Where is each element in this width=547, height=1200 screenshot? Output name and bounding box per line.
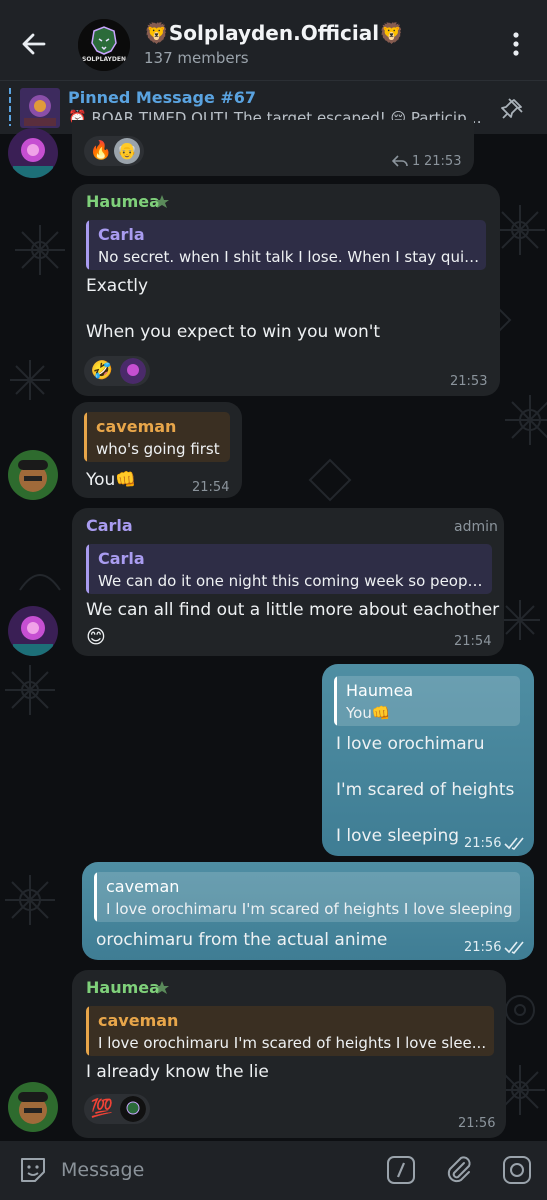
- bot-commands-icon[interactable]: [384, 1153, 418, 1187]
- message-text: 😊: [86, 626, 106, 648]
- message-text: I'm scared of heights: [336, 780, 515, 800]
- message-time: 21:54: [454, 634, 492, 649]
- unpin-icon[interactable]: [500, 95, 526, 121]
- sticker-icon[interactable]: [16, 1153, 50, 1187]
- reply-quote[interactable]: caveman I love orochimaru I'm scared of …: [86, 1006, 494, 1056]
- quote-author: caveman: [106, 877, 180, 896]
- message-time: 21:54: [192, 480, 230, 495]
- quote-text: I love orochimaru I'm scared of heights …: [98, 1034, 487, 1052]
- quote-text: No secret. when I shit talk I lose. When…: [98, 248, 480, 266]
- reply-quote[interactable]: Carla We can do it one night this coming…: [86, 544, 492, 594]
- message-bubble[interactable]: Haumea caveman I love orochimaru I'm sca…: [72, 970, 506, 1138]
- reactor-avatar-icon: [120, 358, 146, 384]
- reaction-emoji: 💯: [90, 1098, 114, 1119]
- reply-quote[interactable]: Haumea You👊: [334, 676, 520, 726]
- attach-icon[interactable]: [442, 1153, 476, 1187]
- double-check-icon: [504, 837, 524, 850]
- message-bubble-outgoing[interactable]: caveman I love orochimaru I'm scared of …: [82, 862, 534, 960]
- camera-icon[interactable]: [500, 1153, 534, 1187]
- avatar-caveman[interactable]: [8, 1082, 58, 1132]
- quote-author: Carla: [98, 549, 145, 568]
- quote-author: caveman: [96, 417, 177, 436]
- star-badge-icon: [155, 195, 169, 208]
- message-bubble[interactable]: Carla admin Carla We can do it one night…: [72, 508, 504, 656]
- logo-text: SOLPLAYDEN: [82, 56, 126, 63]
- reply-quote[interactable]: caveman I love orochimaru I'm scared of …: [94, 872, 520, 922]
- pinned-indicator: [9, 88, 11, 126]
- reaction-emoji: 🔥: [89, 140, 113, 161]
- more-vertical-icon[interactable]: [504, 26, 528, 62]
- message-time: 21:53: [450, 374, 488, 389]
- member-count: 137 members: [144, 49, 249, 67]
- message-time: 21:56: [464, 940, 502, 955]
- message-text: You👊: [86, 470, 137, 490]
- reply-quote[interactable]: Carla No secret. when I shit talk I lose…: [86, 220, 486, 270]
- message-text: I love sleeping: [336, 826, 460, 846]
- admin-badge: admin: [454, 519, 498, 535]
- lion-logo-icon: [78, 19, 130, 71]
- message-text: orochimaru from the actual anime: [96, 930, 388, 950]
- reaction-emoji: 👴: [114, 138, 140, 164]
- reply-count[interactable]: 1: [412, 154, 420, 169]
- chat-header: SOLPLAYDEN 🦁Solplayden.Official🦁 137 mem…: [0, 0, 547, 80]
- message-bubble[interactable]: 🔥 👴 1 21:53: [72, 120, 474, 176]
- message-bubble[interactable]: Haumea Carla No secret. when I shit talk…: [72, 184, 500, 396]
- quote-text: who's going first: [96, 440, 220, 458]
- quote-text: You👊: [346, 704, 391, 722]
- double-check-icon: [504, 941, 524, 954]
- message-text: Exactly: [86, 276, 149, 296]
- message-time: 21:53: [424, 154, 462, 169]
- message-input-bar: Message: [0, 1141, 547, 1200]
- message-bubble-outgoing[interactable]: Haumea You👊 I love orochimaru I'm scared…: [322, 664, 534, 856]
- avatar-carla[interactable]: [8, 606, 58, 656]
- reply-arrow-icon: [392, 155, 408, 167]
- avatar-caveman[interactable]: [8, 450, 58, 500]
- reaction-emoji: 🤣: [90, 360, 114, 381]
- sender-name[interactable]: Carla: [86, 516, 133, 535]
- message-time: 21:56: [464, 836, 502, 851]
- star-badge-icon: [155, 981, 169, 994]
- message-text: I already know the lie: [86, 1062, 269, 1082]
- sender-name[interactable]: Haumea: [86, 192, 160, 211]
- reactor-avatar-icon: [120, 1096, 146, 1122]
- quote-text: I love orochimaru I'm scared of heights …: [106, 900, 513, 918]
- reaction-pill[interactable]: 💯: [84, 1094, 150, 1124]
- message-input[interactable]: Message: [61, 1159, 144, 1181]
- group-avatar[interactable]: SOLPLAYDEN: [78, 19, 130, 71]
- avatar-carla[interactable]: [8, 128, 58, 178]
- quote-author: Carla: [98, 225, 145, 244]
- reaction-pill[interactable]: 🔥 👴: [84, 136, 144, 166]
- quote-author: Haumea: [346, 681, 414, 700]
- message-text: I love orochimaru: [336, 734, 485, 754]
- pinned-thumbnail: [20, 88, 60, 128]
- sender-name[interactable]: Haumea: [86, 978, 160, 997]
- pinned-title: Pinned Message #67: [68, 88, 257, 107]
- message-time: 21:56: [458, 1116, 496, 1131]
- quote-author: caveman: [98, 1011, 179, 1030]
- reaction-pill[interactable]: 🤣: [84, 356, 150, 386]
- reply-quote[interactable]: caveman who's going first: [84, 412, 230, 462]
- back-arrow-icon[interactable]: [14, 24, 54, 64]
- message-bubble[interactable]: caveman who's going first You👊 21:54: [72, 402, 242, 498]
- message-text: We can all find out a little more about …: [86, 600, 500, 620]
- quote-text: We can do it one night this coming week …: [98, 572, 486, 590]
- chat-title[interactable]: 🦁Solplayden.Official🦁: [144, 21, 404, 45]
- message-text: When you expect to win you won't: [86, 322, 381, 342]
